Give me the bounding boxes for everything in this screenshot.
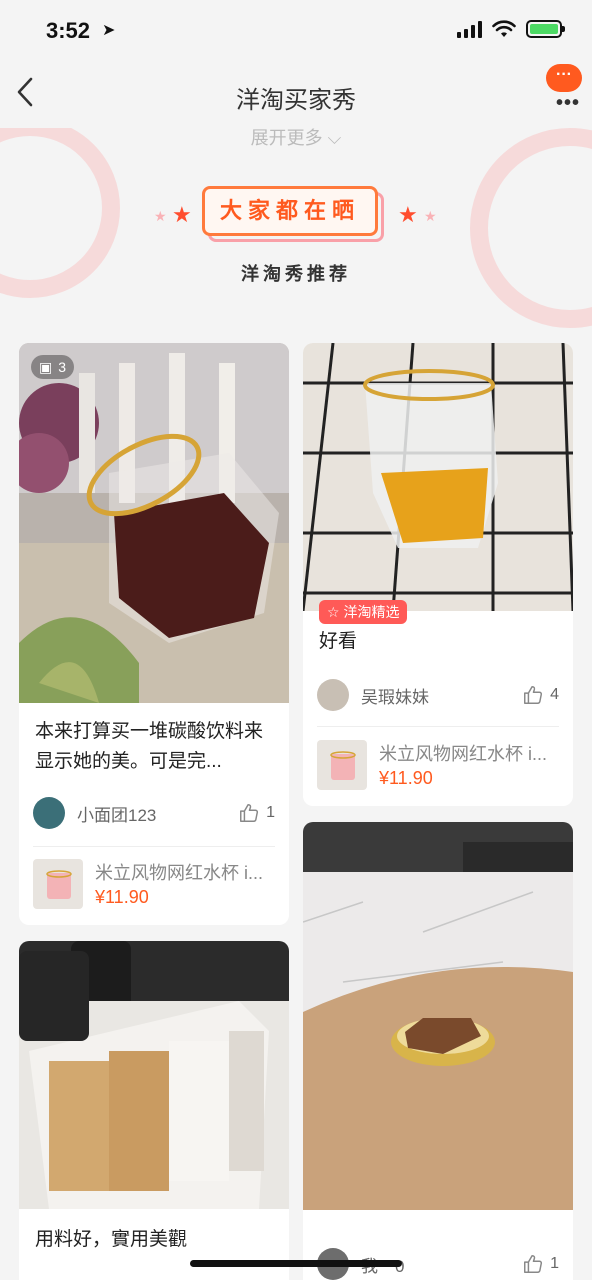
user-name[interactable]: 吴瑕妹妹 <box>361 683 522 708</box>
badge-label: 大家都在晒 <box>202 186 378 236</box>
home-indicator[interactable] <box>190 1260 402 1267</box>
post-card[interactable]: ☆ 洋淘精选 好看 吴瑕妹妹 4 米立风物网红水杯 i... ¥11.90 <box>303 343 573 806</box>
avatar[interactable] <box>317 679 349 711</box>
image-count: 3 <box>58 359 67 375</box>
star-icon: ★ <box>424 208 437 224</box>
product-name: 米立风物网红水杯 i... <box>379 744 548 764</box>
post-photo <box>19 941 289 1209</box>
user-name[interactable]: 小面团123 <box>77 801 238 826</box>
post-text: 本来打算买一堆碳酸饮料来显示她的美。可是完... <box>35 721 264 772</box>
product-name: 米立风物网红水杯 i... <box>95 863 264 883</box>
post-text: 好看 <box>319 631 358 652</box>
divider <box>33 846 275 847</box>
star-icon: ★ <box>154 208 167 224</box>
product-link[interactable]: 米立风物网红水杯 i... ¥11.90 <box>317 740 559 792</box>
user-row: 小面团123 1 <box>33 797 275 829</box>
thumbs-up-icon[interactable] <box>238 802 260 824</box>
product-link[interactable]: 米立风物网红水杯 i... ¥11.90 <box>33 859 275 911</box>
avatar[interactable] <box>33 797 65 829</box>
badge: 大家都在晒 <box>202 186 384 242</box>
post-card[interactable]: 用料好，實用美觀 <box>19 941 289 1280</box>
page-title: 洋淘买家秀 <box>236 87 356 114</box>
user-row: 吴瑕妹妹 4 <box>317 679 559 711</box>
like-count: 1 <box>266 804 275 821</box>
product-thumbnail <box>33 859 83 909</box>
divider <box>317 726 559 727</box>
post-card[interactable]: 我一0 1 <box>303 822 573 1280</box>
gallery-icon: ▣ <box>39 359 53 375</box>
star-icon: ★ <box>398 202 418 227</box>
location-arrow-icon: ➤ <box>102 22 116 39</box>
featured-star-icon: ☆ <box>327 604 344 620</box>
product-price: ¥11.90 <box>379 768 433 788</box>
nav-bar: 洋淘买家秀 ··· ••• <box>0 62 592 128</box>
thumbs-up-icon[interactable] <box>522 1253 544 1275</box>
battery-icon <box>526 20 565 38</box>
post-photo <box>303 343 573 611</box>
post-card[interactable]: ▣ 3 本来打算买一堆碳酸饮料来显示她的美。可是完... 小面团123 1 米立… <box>19 343 289 925</box>
message-bubble-icon: ··· <box>546 64 582 92</box>
post-text: 用料好，實用美觀 <box>35 1229 188 1250</box>
product-thumbnail <box>317 740 367 790</box>
like-count: 4 <box>550 686 559 703</box>
star-icon: ★ <box>172 202 192 227</box>
thumbs-up-icon[interactable] <box>522 684 544 706</box>
more-dots-icon: ••• <box>555 92 580 114</box>
recommend-banner: 展开更多 ⌵ ★ ★ 大家都在晒 ★ ★ 洋淘秀推荐 <box>0 128 592 340</box>
like-count: 1 <box>550 1255 559 1272</box>
expand-more-link[interactable]: 展开更多 ⌵ <box>0 128 592 150</box>
banner-decoration <box>470 128 592 328</box>
featured-tag: ☆ 洋淘精选 <box>319 600 408 624</box>
banner-subtitle: 洋淘秀推荐 <box>241 264 351 284</box>
status-time: 3:52 <box>46 18 91 43</box>
image-count-badge: ▣ 3 <box>31 355 75 379</box>
featured-tag-label: 洋淘精选 <box>343 604 400 620</box>
post-photo <box>19 343 289 703</box>
status-bar: 3:52 ➤ <box>0 0 592 62</box>
cellular-signal-icon <box>457 20 482 38</box>
post-photo <box>303 822 573 1210</box>
wifi-icon <box>492 20 516 37</box>
more-button[interactable]: ··· ••• <box>546 64 582 114</box>
product-price: ¥11.90 <box>95 887 149 907</box>
status-icons <box>457 20 565 38</box>
